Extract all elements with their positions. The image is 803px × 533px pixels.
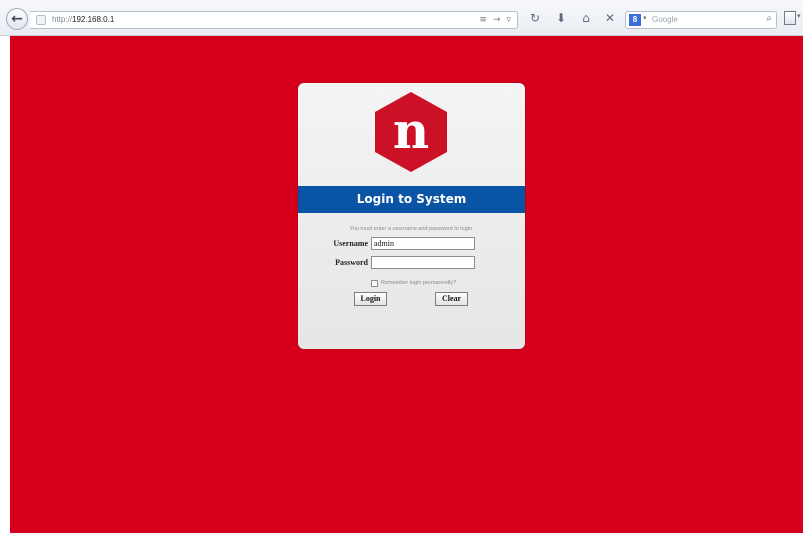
url-host: 192.168.0.1 [72, 15, 115, 24]
password-label: Password [335, 258, 368, 267]
address-bar-icons: ≡ → ▿ [479, 13, 511, 27]
remember-login-row: Remember login permanently? [371, 278, 456, 288]
site-identity-icon[interactable] [36, 15, 46, 25]
username-input[interactable]: admin [371, 237, 475, 250]
url-protocol: http:// [52, 15, 73, 24]
menu-dropdown-icon[interactable]: ▾ [797, 12, 801, 20]
page-content: n Login to System You must enter a usern… [10, 36, 803, 533]
reload-icon[interactable]: ↻ [527, 10, 543, 26]
download-icon[interactable]: ⬇ [553, 10, 569, 26]
login-title: Login to System [298, 186, 525, 213]
menu-icon[interactable] [784, 11, 796, 25]
login-panel: n Login to System You must enter a usern… [298, 83, 525, 349]
close-icon[interactable]: ✕ [602, 10, 618, 26]
logo-letter: n [393, 101, 429, 160]
url-text: http://192.168.0.1 [52, 14, 114, 26]
browser-toolbar: ← http://192.168.0.1 ≡ → ▿ ↻ ⬇ ⌂ ✕ 8 ▾ G… [0, 0, 803, 36]
history-dropdown-icon[interactable]: ▿ [506, 15, 511, 25]
password-input[interactable] [371, 256, 475, 269]
login-instruction: You must enter a username and password t… [349, 226, 474, 232]
remember-login-label[interactable]: Remember login permanently? [381, 280, 456, 286]
address-bar[interactable]: http://192.168.0.1 ≡ → ▿ [30, 11, 518, 29]
search-box[interactable]: 8 ▾ Google ⌕ [625, 11, 777, 29]
home-icon[interactable]: ⌂ [578, 10, 594, 26]
login-button[interactable]: Login [354, 292, 387, 306]
clear-button[interactable]: Clear [435, 292, 468, 306]
username-label: Username [333, 239, 368, 248]
rss-feed-icon[interactable]: ≡ [479, 15, 487, 25]
arrow-left-icon: ← [11, 11, 23, 27]
back-button[interactable]: ← [6, 8, 28, 30]
search-placeholder: Google [652, 15, 678, 24]
browser-window: ← http://192.168.0.1 ≡ → ▿ ↻ ⬇ ⌂ ✕ 8 ▾ G… [0, 0, 803, 533]
search-engine-icon[interactable]: 8 [629, 14, 641, 26]
go-arrow-icon[interactable]: → [493, 15, 501, 25]
search-icon[interactable]: ⌕ [766, 13, 772, 24]
brand-logo: n [375, 92, 447, 172]
chevron-down-icon[interactable]: ▾ [643, 14, 647, 22]
remember-login-checkbox[interactable] [371, 279, 378, 287]
